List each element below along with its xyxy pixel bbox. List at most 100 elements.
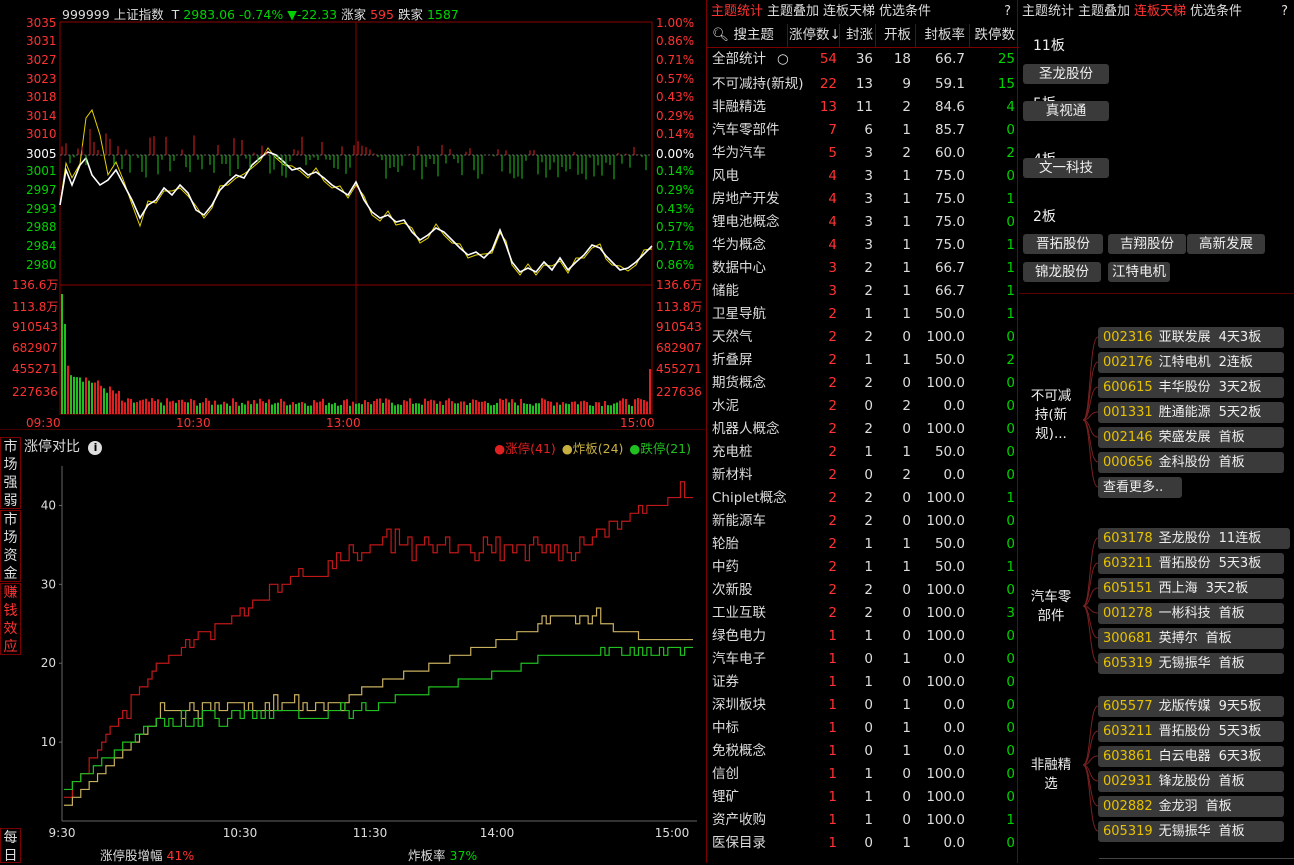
theme-row[interactable]: 不可减持(新规) 22 13 9 59.1 15 <box>707 73 1019 96</box>
side-tab-0[interactable]: 市场强弱 <box>0 437 21 509</box>
tab-ladder[interactable]: 连板天梯 <box>823 4 875 19</box>
col-sealed[interactable]: 封涨 <box>837 24 873 47</box>
ladder-stock-item[interactable]: 002176 江特电机 2连板 <box>1098 352 1284 373</box>
stock-name: 锋龙股份 <box>1158 774 1211 789</box>
theme-row[interactable]: 机器人概念 2 2 0 100.0 0 <box>707 418 1019 441</box>
ladder-stock-item[interactable]: 605577 龙版传媒 9天5板 <box>1098 696 1284 717</box>
tab-theme-overlay-2[interactable]: 主题叠加 <box>1078 4 1130 19</box>
side-tab-2[interactable]: 赚钱效应 <box>0 583 21 655</box>
theme-row[interactable]: 充电桩 2 1 1 50.0 0 <box>707 441 1019 464</box>
theme-row[interactable]: 卫星导航 2 1 1 50.0 1 <box>707 303 1019 326</box>
theme-row[interactable]: 次新股 2 2 0 100.0 0 <box>707 579 1019 602</box>
stock-code: 603211 <box>1103 556 1153 571</box>
stock-code: 002931 <box>1103 774 1153 789</box>
theme-row[interactable]: 轮胎 2 1 1 50.0 0 <box>707 533 1019 556</box>
theme-row[interactable]: 中药 2 1 1 50.0 1 <box>707 556 1019 579</box>
tab-filter-2[interactable]: 优选条件 <box>1190 4 1242 19</box>
ladder-stock-button[interactable]: 锦龙股份 <box>1023 262 1101 282</box>
ladder-stock-item[interactable]: 603211 晋拓股份 5天3板 <box>1098 721 1284 742</box>
ladder-stock-item[interactable]: 000656 金科股份 首板 <box>1098 452 1284 473</box>
theme-row[interactable]: 医保目录 1 0 1 0.0 0 <box>707 832 1019 855</box>
ladder-stock-item[interactable]: 603178 圣龙股份 11连板 <box>1098 528 1290 549</box>
pct-tick: 0.43% <box>656 90 695 104</box>
theme-row[interactable]: 全部统计 54 36 18 66.7 25 ○ <box>707 48 1019 73</box>
theme-row[interactable]: 证券 1 1 0 100.0 0 <box>707 671 1019 694</box>
theme-row[interactable]: 折叠屏 2 1 1 50.0 2 <box>707 349 1019 372</box>
limit-down-count: 0 <box>1006 835 1015 851</box>
theme-row[interactable]: 汽车电子 1 0 1 0.0 0 <box>707 648 1019 671</box>
tab-theme-stats[interactable]: 主题统计 <box>711 4 763 19</box>
tab-filter[interactable]: 优选条件 <box>879 4 931 19</box>
col-limit-up[interactable]: 涨停数↓ <box>789 24 841 47</box>
theme-row[interactable]: 锂电池概念 4 3 1 75.0 0 <box>707 211 1019 234</box>
help-button[interactable]: ? <box>1004 0 1011 24</box>
ladder-stock-item[interactable]: 300681 英搏尔 首板 <box>1098 628 1284 649</box>
theme-row[interactable]: 资产收购 1 1 0 100.0 1 <box>707 809 1019 832</box>
stock-name: 白云电器 <box>1158 749 1211 764</box>
opened-count: 1 <box>902 559 911 575</box>
ladder-stock-item[interactable]: 605151 西上海 3天2板 <box>1098 578 1284 599</box>
theme-row[interactable]: 储能 3 2 1 66.7 1 <box>707 280 1019 303</box>
col-opened[interactable]: 开板 <box>873 24 911 47</box>
ladder-stock-button[interactable]: 吉翔股份 <box>1108 234 1186 254</box>
theme-row[interactable]: 免税概念 1 0 1 0.0 0 <box>707 740 1019 763</box>
col-limit-down[interactable]: 跌停数 <box>965 24 1016 47</box>
ladder-stock-item[interactable]: 603861 白云电器 6天3板 <box>1098 746 1284 767</box>
ladder-stock-item[interactable]: 603211 晋拓股份 5天3板 <box>1098 553 1284 574</box>
theme-row[interactable]: 华为概念 4 3 1 75.0 1 <box>707 234 1019 257</box>
theme-row[interactable]: 信创 1 1 0 100.0 0 <box>707 763 1019 786</box>
theme-row[interactable]: Chiplet概念 2 2 0 100.0 1 <box>707 487 1019 510</box>
limit-up-count: 1 <box>828 835 837 851</box>
side-tab-1[interactable]: 市场资金 <box>0 510 21 582</box>
intraday-chart[interactable] <box>0 0 705 430</box>
theme-row[interactable]: 新能源车 2 2 0 100.0 0 <box>707 510 1019 533</box>
theme-row[interactable]: 天然气 2 2 0 100.0 0 <box>707 326 1019 349</box>
tab-theme-stats-2[interactable]: 主题统计 <box>1022 4 1074 19</box>
ladder-stock-button[interactable]: 江特电机 <box>1108 262 1170 282</box>
opened-count: 0 <box>902 375 911 391</box>
stock-name: 无锡振华 <box>1158 656 1211 671</box>
opened-count: 0 <box>902 789 911 805</box>
limit-chart[interactable]: 40 30 20 10 9:30 10:30 11:30 14:00 15:00 <box>22 456 705 863</box>
sealed-count: 3 <box>864 168 873 184</box>
legend-label-1: 炸板(24) <box>572 441 624 456</box>
seal-rate: 85.7 <box>934 122 965 138</box>
theme-row[interactable]: 水泥 2 0 2 0.0 0 <box>707 395 1019 418</box>
theme-search[interactable]: 🔍︎ 搜主题 <box>712 24 774 47</box>
theme-row[interactable]: 风电 4 3 1 75.0 0 <box>707 165 1019 188</box>
theme-row[interactable]: 期货概念 2 2 0 100.0 0 <box>707 372 1019 395</box>
theme-row[interactable]: 新材料 2 0 2 0.0 0 <box>707 464 1019 487</box>
tab-theme-overlay[interactable]: 主题叠加 <box>767 4 819 19</box>
side-tab-3[interactable]: 每日 <box>0 828 21 864</box>
limit-down-count: 0 <box>1006 398 1015 414</box>
theme-row[interactable]: 华为汽车 5 3 2 60.0 2 <box>707 142 1019 165</box>
theme-row[interactable]: 数据中心 3 2 1 66.7 1 <box>707 257 1019 280</box>
ladder-stock-item[interactable]: 605319 无锡振华 首板 <box>1098 653 1284 674</box>
theme-row[interactable]: 汽车零部件 7 6 1 85.7 0 <box>707 119 1019 142</box>
ladder-stock-item[interactable]: 001278 一彬科技 首板 <box>1098 603 1284 624</box>
theme-row[interactable]: 工业互联 2 2 0 100.0 3 <box>707 602 1019 625</box>
theme-row[interactable]: 非融精选 13 11 2 84.6 4 <box>707 96 1019 119</box>
ladder-stock-item[interactable]: 002882 金龙羽 首板 <box>1098 796 1284 817</box>
info-icon[interactable]: i <box>88 441 103 455</box>
theme-row[interactable]: 锂矿 1 1 0 100.0 0 <box>707 786 1019 809</box>
ladder-stock-item[interactable]: 002146 荣盛发展 首板 <box>1098 427 1284 448</box>
ladder-stock-item[interactable]: 001331 胜通能源 5天2板 <box>1098 402 1284 423</box>
col-seal-rate[interactable]: 封板率 <box>911 24 966 47</box>
theme-row[interactable]: 深圳板块 1 0 1 0.0 0 <box>707 694 1019 717</box>
theme-row[interactable]: 中标 1 0 1 0.0 0 <box>707 717 1019 740</box>
ladder-stock-item[interactable]: 600615 丰华股份 3天2板 <box>1098 377 1284 398</box>
ladder-stock-button[interactable]: 高新发展 <box>1187 234 1265 254</box>
ladder-stock-button[interactable]: 晋拓股份 <box>1023 234 1103 254</box>
theme-row[interactable]: 绿色电力 1 1 0 100.0 0 <box>707 625 1019 648</box>
help-button-2[interactable]: ? <box>1281 0 1288 24</box>
view-more-button[interactable]: 查看更多.. <box>1098 477 1182 498</box>
ladder-stock-button[interactable]: 真视通 <box>1023 101 1109 121</box>
tab-ladder-2[interactable]: 连板天梯 <box>1134 4 1186 19</box>
ladder-stock-item[interactable]: 002316 亚联发展 4天3板 <box>1098 327 1284 348</box>
ladder-stock-button[interactable]: 圣龙股份 <box>1023 64 1109 84</box>
ladder-stock-button[interactable]: 文一科技 <box>1023 158 1109 178</box>
ladder-stock-item[interactable]: 002931 锋龙股份 首板 <box>1098 771 1284 792</box>
theme-row[interactable]: 房地产开发 4 3 1 75.0 1 <box>707 188 1019 211</box>
ladder-stock-item[interactable]: 605319 无锡振华 首板 <box>1098 821 1284 842</box>
